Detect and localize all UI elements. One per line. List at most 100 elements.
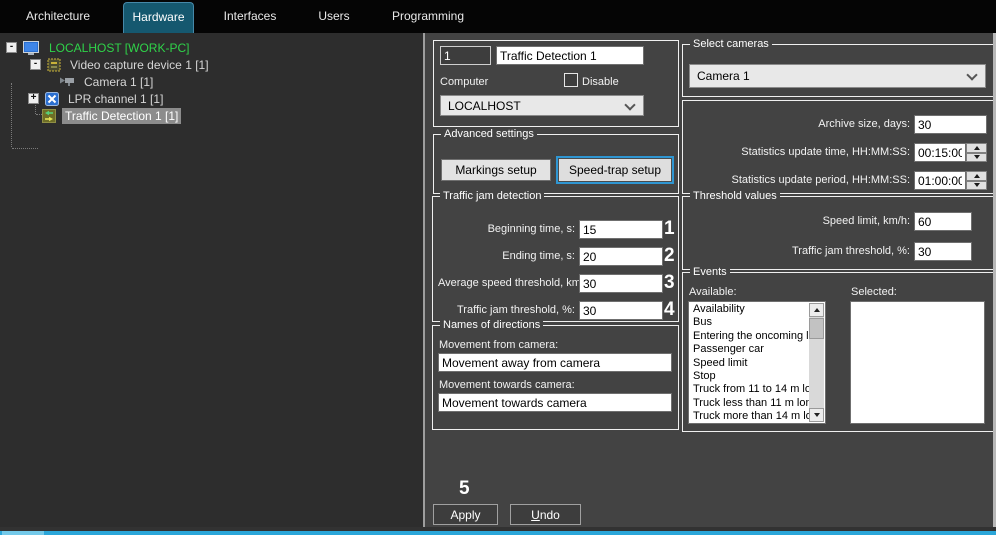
object-id-field[interactable]	[440, 46, 491, 65]
statistics-update-time-label: Statistics update time, HH:MM:SS:	[741, 146, 910, 158]
list-item[interactable]: Truck less than 11 m long	[690, 397, 809, 410]
computer-select[interactable]: LOCALHOST	[440, 95, 644, 116]
collapse-icon[interactable]: -	[30, 59, 41, 70]
list-scrollbar[interactable]	[809, 303, 824, 422]
events-title: Events	[690, 266, 730, 279]
movement-from-camera-field[interactable]	[438, 353, 672, 372]
tree-item-traffic-detection[interactable]: Traffic Detection 1 [1]	[0, 107, 465, 124]
tree-item-camera[interactable]: Camera 1 [1]	[0, 73, 483, 90]
markings-setup-button[interactable]: Markings setup	[441, 159, 551, 181]
archive-size-field[interactable]	[914, 115, 987, 134]
list-item[interactable]: Stop	[690, 370, 809, 383]
tree-item-video-capture-device[interactable]: - Video capture device 1 [1]	[0, 56, 453, 73]
scroll-down-icon[interactable]	[809, 408, 824, 422]
capture-device-icon	[47, 58, 61, 71]
disable-checkbox[interactable]	[564, 73, 578, 87]
tree-item-lpr-channel[interactable]: + LPR channel 1 [1]	[0, 90, 451, 107]
camera-select-value: Camera 1	[697, 69, 750, 83]
scroll-up-icon[interactable]	[809, 303, 824, 317]
statistics-group: Archive size, days: Statistics update ti…	[682, 100, 994, 194]
threshold-values-title: Threshold values	[690, 190, 780, 203]
computer-select-value: LOCALHOST	[448, 98, 521, 113]
spinner-down-icon[interactable]	[966, 180, 987, 190]
statistics-update-period-field[interactable]	[914, 171, 966, 190]
advanced-settings-group: Advanced settings Markings setup Speed-t…	[433, 128, 679, 194]
tab-users[interactable]: Users	[304, 0, 364, 33]
panel-splitter[interactable]	[423, 33, 425, 527]
tree-item-label: LOCALHOST [WORK-PC]	[49, 40, 190, 55]
movement-towards-camera-field[interactable]	[438, 393, 672, 412]
collapse-icon[interactable]: -	[6, 42, 17, 53]
select-cameras-title: Select cameras	[690, 38, 772, 51]
spinner-up-icon[interactable]	[966, 143, 987, 153]
traffic-jam-detection-title: Traffic jam detection	[440, 190, 545, 203]
tree-item-label: Traffic Detection 1 [1]	[62, 107, 182, 124]
average-speed-threshold-field[interactable]	[579, 274, 663, 293]
computer-label: Computer	[440, 76, 489, 88]
speed-limit-label: Speed limit, km/h:	[822, 215, 910, 227]
speed-limit-field[interactable]	[914, 212, 972, 231]
ending-time-field[interactable]	[579, 247, 663, 266]
undo-button[interactable]: Undo	[510, 504, 581, 525]
statistics-update-period-label: Statistics update period, HH:MM:SS:	[731, 174, 910, 186]
list-item[interactable]: Truck from 11 to 14 m long	[690, 383, 809, 396]
tree-item-label: Camera 1 [1]	[84, 74, 154, 89]
threshold-traffic-jam-label: Traffic jam threshold, %:	[792, 245, 910, 257]
tab-architecture[interactable]: Architecture	[18, 0, 98, 33]
chevron-down-icon	[624, 98, 636, 111]
traffic-detection-icon	[42, 108, 56, 123]
ending-time-label: Ending time, s:	[502, 250, 575, 262]
list-item[interactable]: Truck more than 14 m long	[690, 410, 809, 423]
traffic-jam-detection-group: Traffic jam detection Beginning time, s:…	[432, 190, 679, 322]
statistics-update-period-spinner[interactable]	[966, 171, 987, 190]
list-item[interactable]: Availability	[690, 303, 809, 316]
bottom-scrollbar-track[interactable]	[0, 531, 996, 535]
bottom-scrollbar-thumb[interactable]	[2, 531, 44, 535]
disable-label: Disable	[582, 76, 619, 88]
chevron-down-icon	[966, 69, 978, 81]
step-badge-4: 4	[664, 299, 675, 320]
main-tabbar: Architecture Hardware Interfaces Users P…	[0, 0, 996, 34]
spinner-down-icon[interactable]	[966, 152, 987, 162]
movement-towards-camera-label: Movement towards camera:	[439, 379, 575, 391]
traffic-jam-threshold-label: Traffic jam threshold, %:	[457, 304, 575, 316]
tree-item-localhost[interactable]: - LOCALHOST [WORK-PC]	[0, 39, 429, 56]
spinner-up-icon[interactable]	[966, 171, 987, 181]
step-badge-2: 2	[664, 245, 675, 266]
apply-button[interactable]: Apply	[433, 504, 498, 525]
hardware-tree-panel: - LOCALHOST [WORK-PC] - Video capture de…	[0, 33, 423, 527]
available-events-items: Availability Bus Entering the oncoming l…	[690, 303, 809, 423]
object-name-field[interactable]	[496, 46, 644, 65]
tree-item-label: Video capture device 1 [1]	[70, 57, 209, 72]
monitor-icon	[23, 40, 39, 55]
list-item[interactable]: Entering the oncoming lane	[690, 330, 809, 343]
list-item[interactable]: Passenger car	[690, 343, 809, 356]
expand-icon[interactable]: +	[28, 93, 39, 104]
names-of-directions-title: Names of directions	[440, 319, 544, 332]
list-item[interactable]: Bus	[690, 316, 809, 329]
speed-trap-setup-button[interactable]: Speed-trap setup	[558, 158, 672, 182]
threshold-traffic-jam-field[interactable]	[914, 242, 972, 261]
beginning-time-field[interactable]	[579, 220, 663, 239]
available-events-label: Available:	[689, 286, 737, 298]
list-item[interactable]: Speed limit	[690, 357, 809, 370]
traffic-jam-threshold-field[interactable]	[579, 301, 663, 320]
statistics-update-time-field[interactable]	[914, 143, 966, 162]
selected-events-label: Selected:	[851, 286, 897, 298]
camera-select[interactable]: Camera 1	[689, 64, 986, 88]
tree-connector-line	[12, 148, 38, 149]
tab-programming[interactable]: Programming	[384, 0, 472, 33]
tab-hardware[interactable]: Hardware	[123, 2, 194, 34]
selected-events-list[interactable]	[850, 301, 985, 424]
names-of-directions-group: Names of directions Movement from camera…	[432, 319, 679, 430]
tab-interfaces[interactable]: Interfaces	[212, 0, 288, 33]
scrollbar-thumb[interactable]	[809, 318, 824, 339]
step-badge-3: 3	[664, 272, 675, 293]
tree-item-label: LPR channel 1 [1]	[68, 91, 164, 106]
available-events-list[interactable]: Availability Bus Entering the oncoming l…	[688, 301, 826, 424]
statistics-update-time-spinner[interactable]	[966, 143, 987, 162]
events-group: Events Available: Selected: Availability…	[682, 266, 994, 432]
advanced-settings-title: Advanced settings	[441, 128, 537, 141]
step-badge-1: 1	[664, 218, 675, 239]
archive-size-label: Archive size, days:	[818, 118, 910, 130]
